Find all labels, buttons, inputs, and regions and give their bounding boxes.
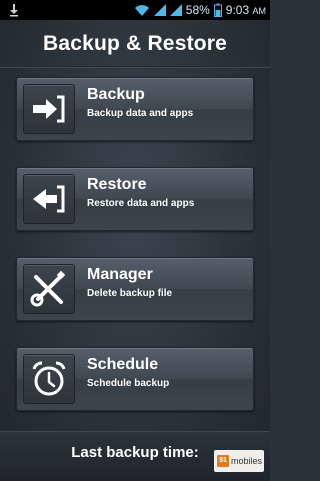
page-title: Backup & Restore [42,32,228,55]
backup-button[interactable]: Backup Backup data and apps [16,77,254,141]
manager-button[interactable]: Manager Delete backup file [16,257,254,321]
header-divider [0,66,270,68]
schedule-button[interactable]: Schedule Schedule backup [16,347,254,411]
backup-subtitle: Backup data and apps [87,108,194,119]
schedule-icon-box [23,354,75,404]
restore-button[interactable]: Restore Restore data and apps [16,167,254,231]
clock: 9:03 AM [225,3,266,17]
wrench-screwdriver-icon [30,270,66,307]
restore-subtitle: Restore data and apps [87,198,195,209]
status-bar: 58% 9:03 AM [0,0,270,20]
footer-bar: Last backup time: 91 mobiles [0,431,270,481]
manager-subtitle: Delete backup file [87,288,173,299]
backup-icon-box [23,84,75,134]
download-icon [10,4,18,17]
battery-icon [213,3,222,17]
wifi-icon [134,5,149,16]
schedule-title: Schedule [87,356,159,373]
restore-icon-box [23,174,75,224]
battery-percent: 58% [185,3,210,17]
manager-icon-box [23,264,75,314]
arrow-into-bracket-icon [33,95,65,123]
backup-title: Backup [87,86,145,103]
signal-icon [169,4,182,16]
restore-title: Restore [87,176,147,193]
watermark-text: mobiles [231,456,263,466]
alarm-clock-icon [32,361,66,396]
signal-icon [153,4,166,16]
manager-title: Manager [87,266,153,283]
app-screen: Backup & Restore Backup Backup data and … [0,20,270,481]
schedule-subtitle: Schedule backup [87,378,170,389]
arrow-out-of-bracket-icon [33,185,65,213]
watermark-logo: 91 mobiles [214,450,264,472]
watermark-mark: 91 [217,455,229,467]
